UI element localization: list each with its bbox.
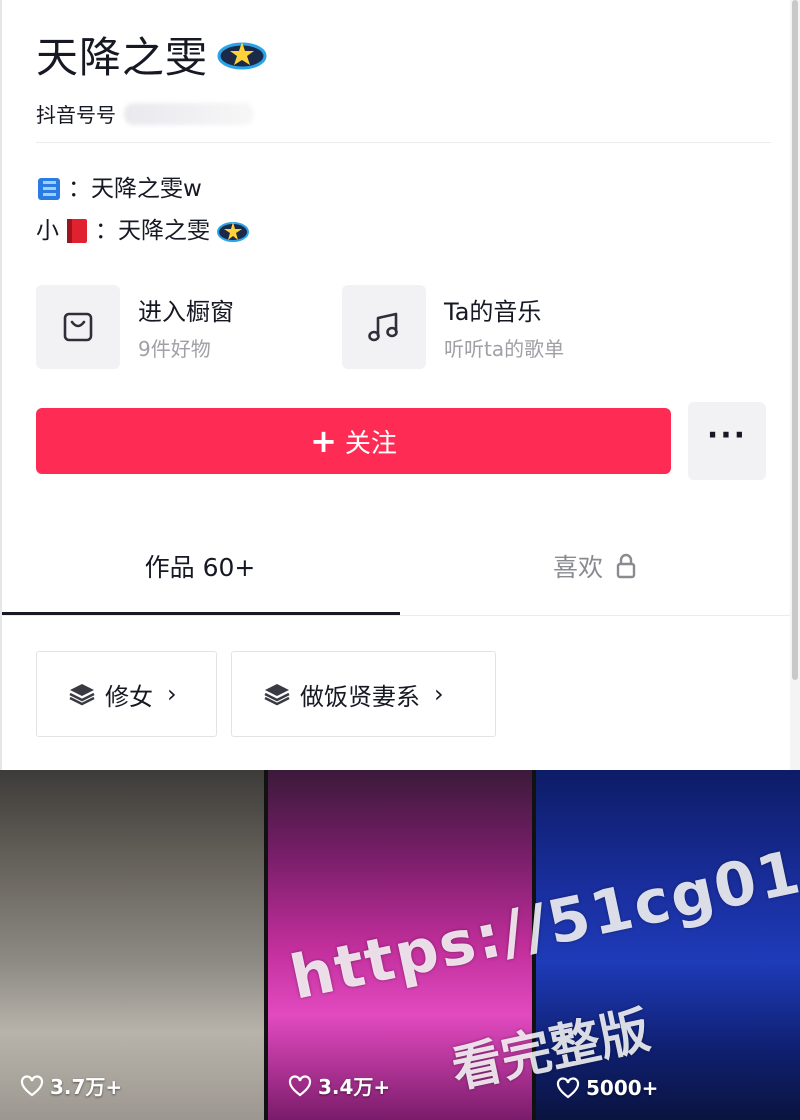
follow-button[interactable]: + 关注 xyxy=(36,408,671,474)
lock-icon xyxy=(616,553,636,579)
bag-icon xyxy=(63,312,93,342)
tabs-divider xyxy=(0,615,790,616)
bio-line-1-text: ：天降之雯w xyxy=(68,176,202,202)
shop-window-title: 进入橱窗 xyxy=(138,298,234,326)
music-card[interactable]: Ta的音乐 听听ta的歌单 xyxy=(342,285,648,369)
collection-label: 做饭贤妻系 xyxy=(300,682,420,711)
account-id-label: 抖音号号 xyxy=(36,103,116,127)
bio-line-2-prefix: 小 xyxy=(36,218,59,244)
video-likes: 5000+ xyxy=(556,1076,658,1100)
music-note-icon xyxy=(368,312,398,342)
shop-window-subtitle: 9件好物 xyxy=(138,337,211,361)
layers-icon xyxy=(264,684,290,706)
chevron-right-icon: › xyxy=(167,680,177,708)
profile-header: 天降之雯 抖音号号 xyxy=(36,24,776,128)
header-divider xyxy=(36,142,771,143)
collection-list: 修女 › 做饭贤妻系 › xyxy=(36,651,496,737)
more-dots-icon: ··· xyxy=(706,418,748,453)
scrollbar-thumb[interactable] xyxy=(792,0,798,680)
collection-chip[interactable]: 修女 › xyxy=(36,651,217,737)
nickname-row: 天降之雯 xyxy=(36,24,776,85)
tab-likes-label: 喜欢 xyxy=(552,553,603,582)
follow-button-label: 关注 xyxy=(344,428,397,459)
collection-label: 修女 xyxy=(105,682,153,711)
music-subtitle: 听听ta的歌单 xyxy=(444,337,565,361)
layers-icon xyxy=(69,684,95,706)
video-thumbnail[interactable]: 3.7万+ xyxy=(0,770,264,1120)
heart-outline-icon xyxy=(20,1074,44,1096)
profile-cards: 进入橱窗 9件好物 Ta的音乐 听听ta的歌单 xyxy=(36,285,648,369)
music-title: Ta的音乐 xyxy=(444,298,542,326)
profile-nickname: 天降之雯 xyxy=(36,33,209,82)
shop-window-card[interactable]: 进入橱窗 9件好物 xyxy=(36,285,342,369)
video-likes-count: 3.7万+ xyxy=(50,1075,123,1099)
tab-likes[interactable]: 喜欢 xyxy=(400,548,790,584)
account-id-row: 抖音号号 xyxy=(36,99,776,128)
heart-outline-icon xyxy=(288,1074,312,1096)
star-badge-icon xyxy=(217,41,267,69)
bio-line-2: 小 ：天降之雯 xyxy=(36,210,250,252)
video-likes: 3.4万+ xyxy=(288,1071,390,1100)
card-text: Ta的音乐 听听ta的歌单 xyxy=(444,292,564,362)
profile-bio: ：天降之雯w 小 ：天降之雯 xyxy=(36,168,250,252)
card-icon-box xyxy=(342,285,426,369)
bio-line-2-text: ：天降之雯 xyxy=(95,218,210,244)
account-id-blurred xyxy=(124,102,254,125)
tab-works[interactable]: 作品 60+ xyxy=(0,548,400,584)
blue-book-icon xyxy=(38,178,60,200)
card-text: 进入橱窗 9件好物 xyxy=(138,292,234,362)
plus-icon: + xyxy=(310,422,337,460)
more-button[interactable]: ··· xyxy=(688,402,766,480)
bio-line-1: ：天降之雯w xyxy=(36,168,250,210)
red-book-icon xyxy=(67,219,87,243)
video-likes: 3.7万+ xyxy=(20,1071,122,1100)
video-likes-count: 5000+ xyxy=(586,1076,659,1100)
collection-chip[interactable]: 做饭贤妻系 › xyxy=(231,651,496,737)
chevron-right-icon: › xyxy=(434,680,444,708)
content-tabs: 作品 60+ 喜欢 xyxy=(0,520,790,616)
star-badge-small-icon xyxy=(217,222,249,242)
card-icon-box xyxy=(36,285,120,369)
scrollbar[interactable] xyxy=(790,0,800,770)
video-likes-count: 3.4万+ xyxy=(318,1075,391,1099)
